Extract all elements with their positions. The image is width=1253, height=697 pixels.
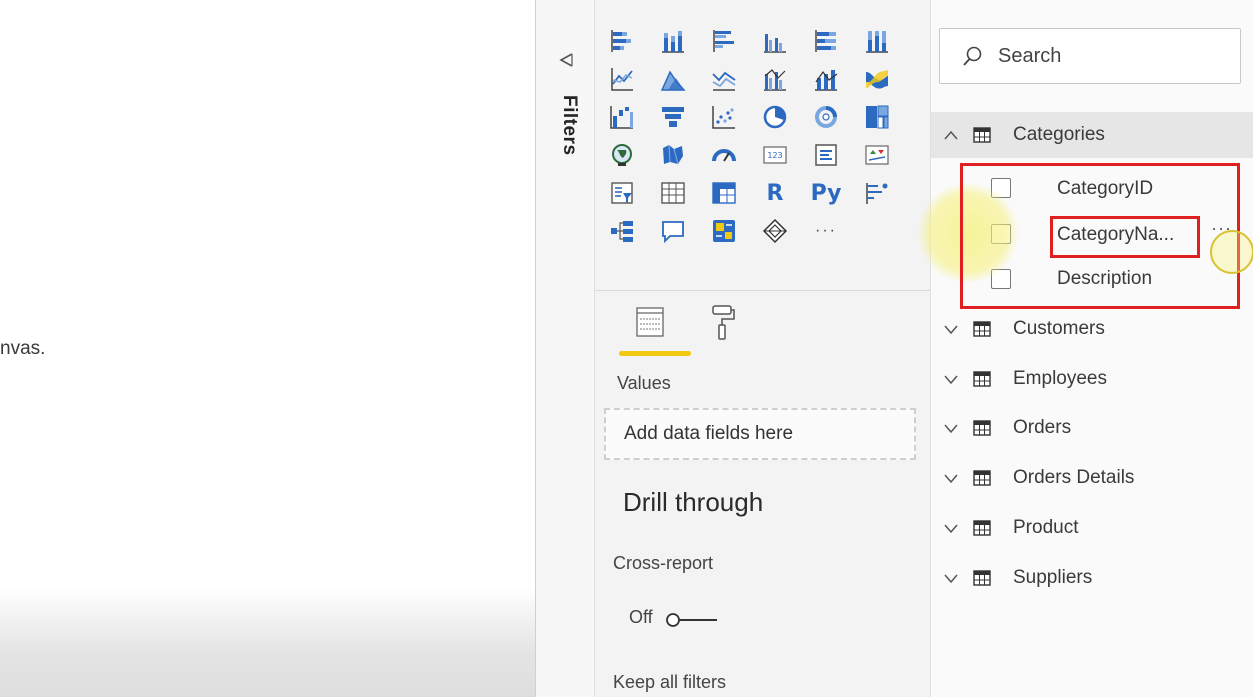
- ribbon-chart-icon[interactable]: [862, 64, 892, 94]
- annotation-box-categoryname: [1050, 216, 1200, 258]
- table-item-orders[interactable]: Orders: [931, 408, 1253, 448]
- visualizations-pane: 123 R Py ··· Values Add data fields here…: [595, 0, 930, 697]
- pie-chart-icon[interactable]: [760, 102, 790, 132]
- table-name: Product: [1013, 517, 1079, 538]
- fields-tab-icon[interactable]: [635, 305, 665, 339]
- expand-filters-icon[interactable]: [556, 50, 576, 70]
- table-icon[interactable]: [658, 178, 688, 208]
- python-visual-label: Py: [810, 180, 842, 206]
- python-visual-icon[interactable]: Py: [810, 178, 842, 208]
- table-icon: [973, 420, 991, 436]
- slicer-icon[interactable]: [607, 178, 637, 208]
- table-item-product[interactable]: Product: [931, 508, 1253, 548]
- format-paint-roller-icon[interactable]: [710, 303, 736, 343]
- stacked-area-chart-icon[interactable]: [709, 64, 739, 94]
- table-item-employees[interactable]: Employees: [931, 359, 1253, 399]
- power-apps-icon[interactable]: [760, 216, 790, 246]
- chevron-down-icon[interactable]: [943, 572, 959, 584]
- qa-icon[interactable]: [658, 216, 688, 246]
- search-icon: [963, 46, 982, 66]
- cross-report-toggle-state: Off: [629, 607, 653, 627]
- 100-stacked-bar-chart-icon[interactable]: [811, 26, 841, 56]
- decomposition-tree-icon[interactable]: [607, 216, 637, 246]
- more-visuals-icon[interactable]: ···: [811, 216, 841, 246]
- keep-all-filters-label: Keep all filters: [613, 672, 727, 692]
- filters-pane-collapsed[interactable]: Filters: [535, 0, 595, 697]
- kpi-icon[interactable]: [862, 140, 892, 170]
- key-influencers-icon[interactable]: [862, 178, 892, 208]
- table-name: Categories: [1013, 124, 1105, 145]
- table-icon: [973, 127, 991, 143]
- chevron-down-icon[interactable]: [943, 422, 959, 434]
- table-name: Orders Details: [1013, 467, 1135, 488]
- multi-row-card-icon[interactable]: [811, 140, 841, 170]
- cursor-ring: [1210, 230, 1253, 274]
- visual-gallery: 123 R Py ···: [607, 26, 906, 250]
- drop-zone-placeholder: Add data fields here: [624, 423, 794, 444]
- fields-search-input[interactable]: Search: [939, 28, 1241, 84]
- table-item-customers[interactable]: Customers: [931, 309, 1253, 349]
- 100-stacked-column-chart-icon[interactable]: [862, 26, 892, 56]
- table-item-orders-details[interactable]: Orders Details: [931, 458, 1253, 498]
- table-icon: [973, 470, 991, 486]
- clustered-column-chart-icon[interactable]: [760, 26, 790, 56]
- table-name: Employees: [1013, 368, 1107, 389]
- svg-text:123: 123: [767, 151, 782, 160]
- table-name: Orders: [1013, 417, 1072, 438]
- funnel-chart-icon[interactable]: [658, 102, 688, 132]
- viz-divider: [595, 290, 930, 291]
- table-name: Suppliers: [1013, 567, 1093, 588]
- table-icon: [973, 520, 991, 536]
- chevron-down-icon[interactable]: [943, 472, 959, 484]
- table-item-categories[interactable]: Categories: [931, 115, 1253, 155]
- map-icon[interactable]: [607, 140, 637, 170]
- treemap-icon[interactable]: [862, 102, 892, 132]
- table-icon: [973, 321, 991, 337]
- active-tab-indicator: [619, 351, 691, 356]
- more-visuals-label: ···: [815, 222, 837, 239]
- line-clustered-column-chart-icon[interactable]: [760, 64, 790, 94]
- gauge-icon[interactable]: [709, 140, 739, 170]
- smart-narrative-icon[interactable]: [709, 216, 739, 246]
- report-canvas[interactable]: nvas.: [0, 0, 535, 697]
- chevron-down-icon[interactable]: [943, 323, 959, 335]
- fields-pane: Search Categories CategoryID CategoryNa.…: [930, 0, 1253, 697]
- matrix-icon[interactable]: [709, 178, 739, 208]
- scatter-chart-icon[interactable]: [709, 102, 739, 132]
- chevron-down-icon[interactable]: [943, 373, 959, 385]
- card-icon[interactable]: 123: [760, 140, 790, 170]
- filters-label[interactable]: Filters: [558, 95, 580, 156]
- r-visual-label: R: [766, 180, 784, 206]
- table-item-suppliers[interactable]: Suppliers: [931, 558, 1253, 598]
- drill-through-heading: Drill through: [623, 487, 764, 517]
- search-placeholder: Search: [998, 44, 1062, 67]
- values-well-label: Values: [617, 373, 671, 393]
- stacked-column-chart-icon[interactable]: [658, 26, 688, 56]
- donut-chart-icon[interactable]: [811, 102, 841, 132]
- table-icon: [973, 371, 991, 387]
- table-icon: [973, 570, 991, 586]
- line-chart-icon[interactable]: [607, 64, 637, 94]
- table-name: Customers: [1013, 318, 1105, 339]
- line-stacked-column-chart-icon[interactable]: [811, 64, 841, 94]
- cross-report-toggle[interactable]: [665, 612, 721, 628]
- cross-report-label: Cross-report: [613, 553, 714, 573]
- stacked-bar-chart-icon[interactable]: [607, 26, 637, 56]
- r-visual-icon[interactable]: R: [760, 178, 790, 208]
- canvas-footer-shade: [0, 587, 535, 697]
- waterfall-chart-icon[interactable]: [607, 102, 637, 132]
- chevron-down-icon[interactable]: [943, 522, 959, 534]
- canvas-hint-text: nvas.: [0, 338, 46, 359]
- clustered-bar-chart-icon[interactable]: [709, 26, 739, 56]
- filled-map-icon[interactable]: [658, 140, 688, 170]
- values-drop-zone[interactable]: Add data fields here: [604, 408, 916, 460]
- area-chart-icon[interactable]: [658, 64, 688, 94]
- chevron-up-icon[interactable]: [943, 129, 959, 141]
